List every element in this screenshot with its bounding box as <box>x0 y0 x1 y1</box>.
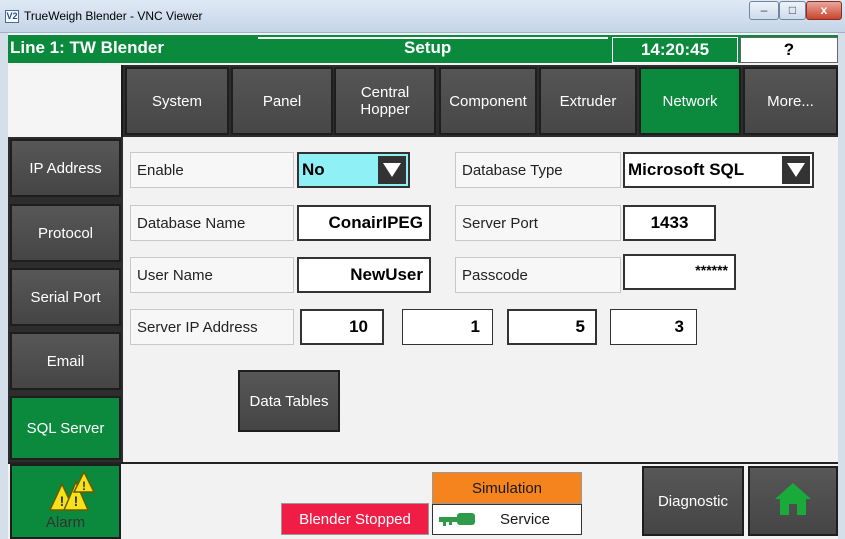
tab-more[interactable]: More... <box>743 67 838 135</box>
sidebar-item-serial-port[interactable]: Serial Port <box>10 268 121 326</box>
tab-panel[interactable]: Panel <box>231 67 333 135</box>
svg-text:!: ! <box>82 479 86 493</box>
database-type-dropdown[interactable]: Microsoft SQL <box>623 152 814 188</box>
key-icon <box>437 511 487 527</box>
tab-network[interactable]: Network <box>639 67 741 135</box>
corner-blank <box>8 65 123 137</box>
sidebar-item-email[interactable]: Email <box>10 332 121 390</box>
chevron-down-icon <box>782 156 810 184</box>
minimize-button[interactable]: – <box>749 1 779 20</box>
passcode-label: Passcode <box>455 257 621 293</box>
line-title: Line 1: TW Blender <box>10 38 164 57</box>
close-button[interactable]: x <box>806 1 842 20</box>
server-ip-octet-3[interactable]: 5 <box>507 309 597 345</box>
diagnostic-button[interactable]: Diagnostic <box>642 466 744 536</box>
simulation-indicator: Simulation <box>432 472 582 504</box>
svg-text:!: ! <box>60 493 65 509</box>
server-ip-octet-1[interactable]: 10 <box>300 309 384 345</box>
passcode-field[interactable]: ****** <box>623 254 736 290</box>
tab-system[interactable]: System <box>125 67 229 135</box>
page-title: Setup <box>404 38 452 57</box>
database-name-label: Database Name <box>130 205 294 241</box>
database-type-value: Microsoft SQL <box>628 160 745 179</box>
tab-extruder[interactable]: Extruder <box>539 67 637 135</box>
window-frame-right <box>838 33 845 539</box>
home-button[interactable] <box>748 466 838 536</box>
server-ip-octet-2[interactable]: 1 <box>402 309 493 345</box>
window-frame-left <box>0 33 8 539</box>
enable-value: No <box>302 160 325 179</box>
home-icon <box>774 482 812 521</box>
window-title: TrueWeigh Blender - VNC Viewer <box>24 9 203 23</box>
server-port-label: Server Port <box>455 205 621 241</box>
database-name-field[interactable]: ConairIPEG <box>297 205 431 241</box>
maximize-button[interactable]: □ <box>779 1 806 20</box>
server-ip-octet-4[interactable]: 3 <box>610 309 697 345</box>
status-badge: Blender Stopped <box>281 503 429 535</box>
data-tables-button[interactable]: Data Tables <box>238 370 340 432</box>
enable-label: Enable <box>130 152 294 188</box>
app-icon: V2 <box>5 10 19 23</box>
alarm-warning-icon: ! ! ! <box>38 470 98 517</box>
user-name-field[interactable]: NewUser <box>297 257 431 293</box>
user-name-label: User Name <box>130 257 294 293</box>
server-port-field[interactable]: 1433 <box>623 205 716 241</box>
tab-central-hopper[interactable]: Central Hopper <box>334 67 436 135</box>
svg-text:!: ! <box>74 493 79 509</box>
help-button[interactable]: ? <box>740 37 838 63</box>
alarm-label: Alarm <box>45 514 86 531</box>
chevron-down-icon <box>378 156 406 184</box>
sidebar-item-protocol[interactable]: Protocol <box>10 204 121 262</box>
enable-dropdown[interactable]: No <box>297 152 410 188</box>
service-label: Service <box>500 511 551 528</box>
sidebar-item-sql-server[interactable]: SQL Server <box>10 396 121 460</box>
clock: 14:20:45 <box>612 37 738 63</box>
database-type-label: Database Type <box>455 152 621 188</box>
tab-component[interactable]: Component <box>439 67 537 135</box>
server-ip-label: Server IP Address <box>130 309 294 345</box>
sidebar-item-ip-address[interactable]: IP Address <box>10 139 121 197</box>
